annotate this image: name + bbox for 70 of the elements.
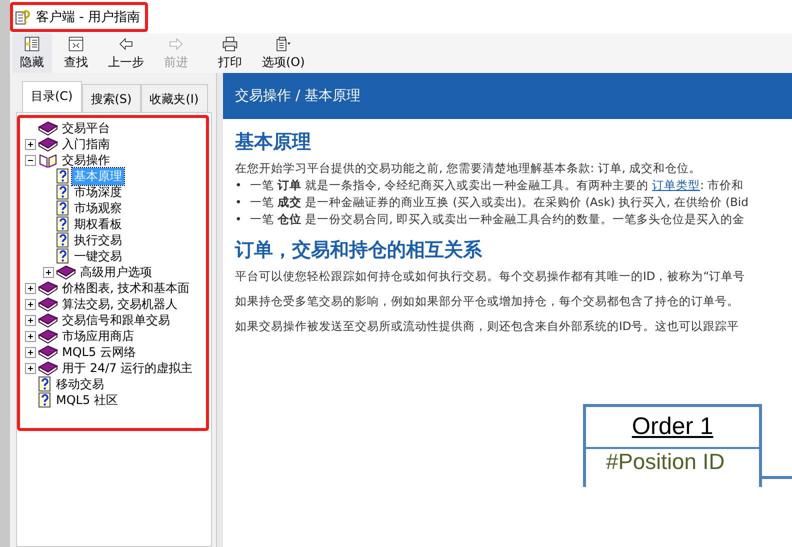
hide-button[interactable]: 隐藏 xyxy=(12,33,52,73)
tree-item[interactable]: MQL5 社区 xyxy=(54,392,120,408)
book-icon xyxy=(38,136,58,152)
help-page-icon xyxy=(56,232,70,248)
help-page-icon xyxy=(56,168,70,184)
help-page-icon xyxy=(56,216,70,232)
bullet-item: 一笔 订单 就是一条指令, 令经纪商买入或卖出一种金融工具。有两种主要的 订单类型: 市价和 xyxy=(250,178,744,193)
tree-item[interactable]: 一键交易 xyxy=(72,248,124,264)
paragraph: 如果交易操作被发送至交易所或流动性提供商，则还包含来自外部系统的ID号。这也可以跟踪平 xyxy=(235,319,740,334)
tab[interactable]: 搜索(S) xyxy=(82,84,141,112)
collapse-icon[interactable] xyxy=(25,154,36,166)
options-button[interactable]: 选项(O) xyxy=(254,33,313,73)
bullet-item: 一笔 成交 是一种金融证券的商业互换 (买入或卖出)。在采购价 (Ask) 执行买入, 在供给价 (Bid xyxy=(250,195,748,210)
expand-icon[interactable] xyxy=(25,282,36,294)
bullet-item: 一笔 仓位 是一份交易合同, 即买入或卖出一种金融工具合约的数量。一笔多头仓位是买入的金 xyxy=(250,212,744,227)
expand-icon[interactable] xyxy=(25,346,36,358)
tree-item[interactable]: 市场应用商店 xyxy=(60,328,136,344)
book-icon xyxy=(56,264,76,280)
tree-item[interactable]: 移动交易 xyxy=(54,376,106,392)
tree-item[interactable]: 执行交易 xyxy=(72,232,124,248)
tree-item[interactable]: 交易平台 xyxy=(60,120,112,136)
open-book-icon xyxy=(38,152,58,168)
help-page-icon xyxy=(56,184,70,200)
tree-item[interactable]: 期权看板 xyxy=(72,216,124,232)
tree-item[interactable]: 用于 24/7 运行的虚拟主 xyxy=(60,360,195,376)
book-icon xyxy=(38,312,58,328)
help-page-icon xyxy=(56,200,70,216)
expand-icon[interactable] xyxy=(25,330,36,342)
bullet-marker: • xyxy=(235,178,242,193)
tree-item[interactable]: 价格图表, 技术和基本面 xyxy=(60,280,192,296)
breadcrumb: 交易操作 / 基本原理 xyxy=(235,87,361,105)
book-icon xyxy=(38,360,58,376)
book-icon xyxy=(38,280,58,296)
tree-item[interactable]: 市场观察 xyxy=(72,200,124,216)
find-button[interactable]: 查找 xyxy=(56,33,96,73)
tab[interactable]: 收藏夹(I) xyxy=(140,84,208,112)
paragraph: 如果持仓受多笔交易的影响，例如如果部分平仓或增加持仓，每个交易都包含了持仓的订单号。 xyxy=(235,294,740,309)
position-id-field: #Position ID xyxy=(586,449,760,475)
tab[interactable]: 目录(C) xyxy=(22,81,82,112)
bullet-marker: • xyxy=(235,195,242,210)
section-heading: 订单，交易和持仓的相互关系 xyxy=(235,238,483,263)
expand-icon[interactable] xyxy=(25,298,36,310)
book-icon xyxy=(38,328,58,344)
tree-item[interactable]: 市场深度 xyxy=(72,184,124,200)
book-icon xyxy=(38,296,58,312)
help-page-icon xyxy=(56,248,70,264)
paragraph: 平台可以使您轻松跟踪如何持仓或如何执行交易。每个交易操作都有其唯一的ID，被称为“订单号 xyxy=(235,269,746,284)
expand-icon[interactable] xyxy=(25,362,36,374)
help-document-icon xyxy=(14,8,30,24)
order-title: Order 1 xyxy=(586,407,760,449)
section-heading: 基本原理 xyxy=(235,130,312,155)
tree-item[interactable]: 高级用户选项 xyxy=(78,264,154,280)
expand-icon[interactable] xyxy=(43,266,54,278)
back-button[interactable]: 上一步 xyxy=(100,33,152,73)
tree-item[interactable]: 算法交易, 交易机器人 xyxy=(60,296,180,312)
expand-icon[interactable] xyxy=(25,314,36,326)
print-button[interactable]: 打印 xyxy=(210,33,250,73)
tree-item[interactable]: 入门指南 xyxy=(60,136,112,152)
book-icon xyxy=(38,344,58,360)
link[interactable]: 订单类型 xyxy=(652,178,700,192)
tree-item[interactable]: 交易操作 xyxy=(60,152,112,168)
bullet-marker: • xyxy=(235,212,242,227)
paragraph: 在您开始学习平台提供的交易功能之前, 您需要清楚地理解基本条款: 订单, 成交和仓位。 xyxy=(235,161,702,176)
help-page-icon xyxy=(38,392,52,408)
tree-item[interactable]: 交易信号和跟单交易 xyxy=(60,312,172,328)
help-page-icon xyxy=(38,376,52,392)
tree-item[interactable]: MQL5 云网络 xyxy=(60,344,138,360)
expand-icon[interactable] xyxy=(25,138,36,150)
book-icon xyxy=(38,120,58,136)
window-title: 客户端 - 用户指南 xyxy=(36,8,140,26)
